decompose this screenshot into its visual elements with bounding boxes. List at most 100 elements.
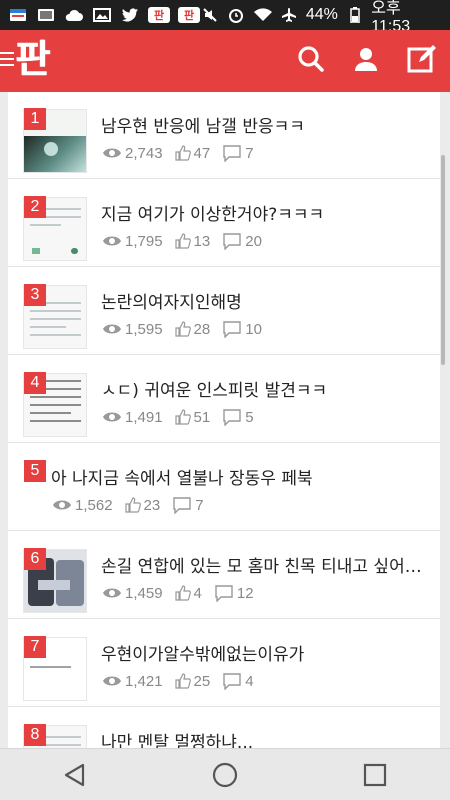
eye-icon <box>103 148 121 158</box>
wifi-icon <box>253 7 272 23</box>
app-header: 판 <box>0 30 450 92</box>
compose-icon <box>407 45 436 73</box>
post-title[interactable]: 아 나지금 속에서 열불나 장동우 페북 <box>51 464 381 489</box>
post-title[interactable]: 지금 여기가 이상한거야?ㅋㅋㅋ <box>101 200 431 225</box>
post-stats: 2,743 47 7 <box>102 144 266 162</box>
likes-count: 47 <box>193 144 211 162</box>
eye-icon <box>53 500 71 510</box>
thumbs-up-icon <box>174 673 191 689</box>
list-item[interactable]: 4 ㅅㄷ) 귀여운 인스피릿 발견ㅋㅋ 1,491 51 5 <box>8 356 440 443</box>
post-stats: 1,595 28 10 <box>102 320 274 338</box>
twitter-icon <box>120 7 140 23</box>
post-stats: 1,459 4 12 <box>102 584 266 602</box>
comments-count: 10 <box>245 320 262 338</box>
profile-button[interactable] <box>348 41 384 77</box>
likes-stat: 25 <box>174 672 211 690</box>
comments-count: 7 <box>245 144 254 162</box>
post-list: 1 남우현 반응에 남갤 반응ㅋㅋ 2,743 47 7 2 지금 여기가 이상… <box>8 92 440 748</box>
battery-icon <box>345 7 364 23</box>
message-notification-icon <box>8 7 28 23</box>
comments-stat: 7 <box>222 144 254 162</box>
list-item[interactable]: 3 논란의여자지인해명 1,595 28 10 <box>8 268 440 355</box>
mute-icon <box>200 7 219 23</box>
app-notification-badge: 판 <box>178 7 200 23</box>
likes-stat: 4 <box>174 584 202 602</box>
search-button[interactable] <box>293 41 329 77</box>
comment-icon <box>223 673 241 690</box>
back-button[interactable] <box>55 755 95 795</box>
post-title[interactable]: 손길 연합에 있는 모 홈마 친목 티내고 싶어서... <box>101 552 431 577</box>
rank-badge: 2 <box>24 196 46 218</box>
write-post-button[interactable] <box>404 41 440 77</box>
comment-icon <box>223 321 241 338</box>
likes-stat: 51 <box>174 409 210 426</box>
comments-stat: 5 <box>222 408 254 426</box>
eye-icon <box>103 588 121 598</box>
list-item[interactable]: 5 아 나지금 속에서 열불나 장동우 페북 1,562 23 7 <box>8 444 440 531</box>
list-item[interactable]: 8 나만 멘탈 멀쩡하냐... <box>8 708 440 748</box>
likes-count: 13 <box>193 232 211 250</box>
rank-badge: 4 <box>24 372 46 394</box>
post-title[interactable]: 우현이가알수밖에없는이유가 <box>101 640 431 665</box>
likes-stat: 23 <box>124 496 161 514</box>
cloud-icon <box>64 7 84 23</box>
thumbs-up-icon <box>174 145 191 161</box>
likes-count: 28 <box>193 320 211 338</box>
app-notification-badge: 판 <box>148 7 170 23</box>
likes-count: 4 <box>193 584 202 602</box>
likes-count: 25 <box>193 672 211 690</box>
comment-icon <box>223 233 241 250</box>
rank-badge: 6 <box>24 548 46 570</box>
home-button[interactable] <box>205 755 245 795</box>
views-stat: 1,595 <box>102 321 163 338</box>
post-title[interactable]: 논란의여자지인해명 <box>101 288 431 313</box>
post-title[interactable]: ㅅㄷ) 귀여운 인스피릿 발견ㅋㅋ <box>101 376 431 401</box>
likes-count: 23 <box>143 496 161 514</box>
comment-icon <box>215 585 233 602</box>
comments-stat: 20 <box>222 232 262 250</box>
list-item[interactable]: 2 지금 여기가 이상한거야?ㅋㅋㅋ 1,795 13 20 <box>8 180 440 267</box>
menu-icon[interactable] <box>0 52 14 68</box>
eye-icon <box>103 412 121 422</box>
post-stats: 1,491 51 5 <box>102 408 266 426</box>
mail-notification-icon <box>36 7 56 23</box>
rank-badge: 8 <box>24 724 46 746</box>
views-stat: 1,562 <box>52 497 113 514</box>
list-item[interactable]: 1 남우현 반응에 남갤 반응ㅋㅋ 2,743 47 7 <box>8 92 440 179</box>
thumbs-up-icon <box>174 233 191 249</box>
comments-stat: 12 <box>214 584 254 602</box>
views-stat: 2,743 <box>102 145 163 162</box>
views-count: 1,595 <box>125 320 163 338</box>
comments-count: 12 <box>236 584 254 602</box>
scrollbar[interactable] <box>441 155 445 365</box>
rank-badge: 3 <box>24 284 46 306</box>
recents-icon <box>363 763 387 786</box>
eye-icon <box>103 676 121 686</box>
comments-stat: 7 <box>172 496 204 514</box>
post-stats: 1,562 23 7 <box>52 496 216 514</box>
search-icon <box>298 46 324 72</box>
rank-badge: 1 <box>24 108 46 130</box>
views-count: 1,795 <box>125 232 163 250</box>
thumbs-up-icon <box>174 321 191 337</box>
list-item[interactable]: 7 우현이가알수밖에없는이유가 1,421 25 4 <box>8 620 440 707</box>
comments-count: 7 <box>195 496 204 514</box>
comments-count: 4 <box>245 672 254 690</box>
thumbs-up-icon <box>124 497 141 513</box>
eye-icon <box>103 236 121 246</box>
views-stat: 1,491 <box>102 409 163 426</box>
thumbs-up-icon <box>174 409 191 425</box>
recents-button[interactable] <box>355 755 395 795</box>
post-title[interactable]: 나만 멘탈 멀쩡하냐... <box>101 728 431 748</box>
views-count: 2,743 <box>125 144 163 162</box>
likes-stat: 28 <box>174 320 211 338</box>
user-icon <box>355 48 377 71</box>
comments-count: 20 <box>245 232 262 250</box>
app-logo[interactable]: 판 <box>15 36 55 82</box>
post-title[interactable]: 남우현 반응에 남갤 반응ㅋㅋ <box>101 112 431 137</box>
list-item[interactable]: 6 손길 연합에 있는 모 홈마 친목 티내고 싶어서... 1,459 4 1… <box>8 532 440 619</box>
comment-icon <box>173 497 191 514</box>
alarm-icon <box>226 7 245 23</box>
rank-badge: 7 <box>24 636 46 658</box>
back-icon <box>64 763 85 786</box>
